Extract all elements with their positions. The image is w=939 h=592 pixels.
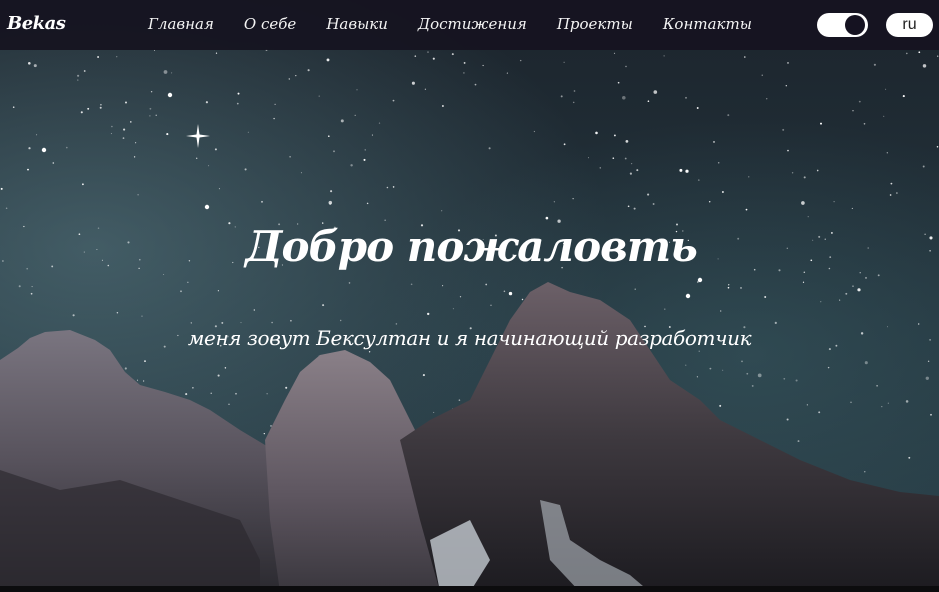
hero-subtitle: меня зовут Бексултан и я начинающий разр…: [187, 326, 752, 350]
nav-link-skills[interactable]: Навыки: [326, 15, 388, 33]
theme-toggle[interactable]: [817, 13, 868, 37]
nav-link-achievements[interactable]: Достижения: [418, 15, 527, 33]
site-logo[interactable]: Bekas: [7, 13, 66, 34]
nav-link-about[interactable]: О себе: [244, 15, 296, 33]
nav-link-contacts[interactable]: Контакты: [663, 15, 752, 33]
nav-links: Главная О себе Навыки Достижения Проекты…: [148, 15, 782, 33]
hero-background-image: [0, 0, 939, 592]
page: Bekas Главная О себе Навыки Достижения П…: [0, 0, 939, 592]
theme-toggle-knob: [845, 15, 865, 35]
nav-link-home[interactable]: Главная: [148, 15, 214, 33]
language-button[interactable]: ru: [886, 13, 933, 37]
top-navbar: Bekas Главная О себе Навыки Достижения П…: [0, 0, 939, 50]
hero-title: Добро пожаловть: [245, 222, 698, 271]
nav-link-projects[interactable]: Проекты: [557, 15, 633, 33]
